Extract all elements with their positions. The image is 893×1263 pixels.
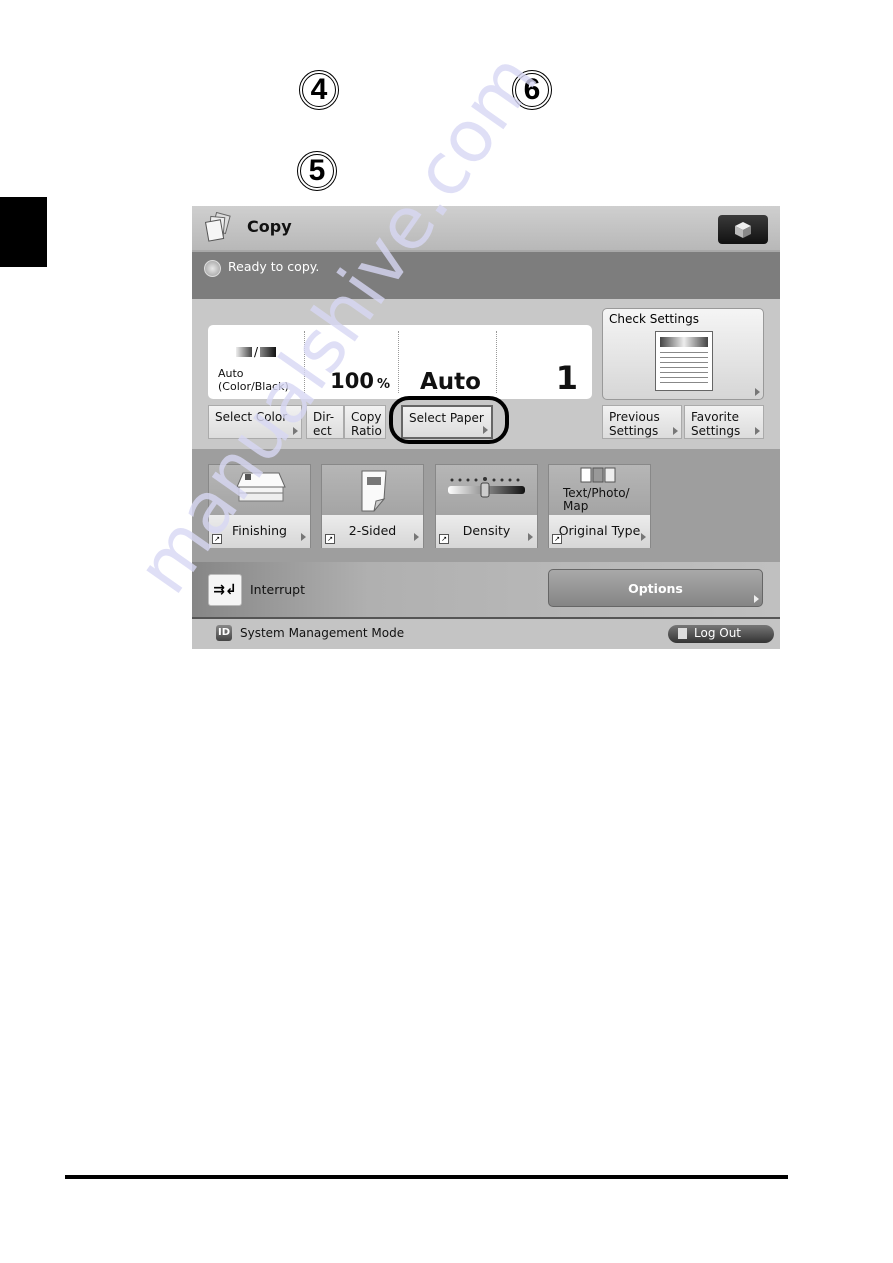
interrupt-area: ⇉↲ Interrupt Options — [192, 562, 780, 619]
settings-display: / Auto (Color/Black) 100% Auto 1 — [208, 325, 592, 399]
finishing-icon — [236, 472, 286, 502]
arrow-right-icon — [293, 427, 298, 435]
log-out-label: Log Out — [694, 626, 742, 640]
favorite-settings-line1: Favorite — [691, 410, 739, 424]
quantity-value: 1 — [555, 359, 578, 397]
screen-title: Copy — [247, 217, 292, 236]
copy-ratio-value: 100% — [330, 369, 390, 393]
copy-ratio-unit: % — [376, 377, 390, 392]
callout-number: 5 — [308, 154, 326, 187]
callout-step-4: 4 — [299, 70, 339, 110]
two-sided-button[interactable]: 2-Sided ↗ — [321, 464, 424, 548]
shortcut-icon: ↗ — [439, 534, 449, 544]
status-message: Ready to copy. — [228, 259, 320, 274]
direct-button[interactable]: Dir-ect — [306, 405, 344, 439]
arrow-right-icon — [528, 533, 533, 541]
shortcut-icon: ↗ — [212, 534, 222, 544]
two-sided-icon — [361, 470, 387, 512]
paper-cell: Auto — [398, 331, 497, 395]
color-mode-cell: / Auto (Color/Black) — [208, 331, 305, 393]
arrow-right-icon — [641, 533, 646, 541]
callout-number: 6 — [523, 73, 541, 106]
document-preview-icon — [655, 331, 713, 391]
quantity-cell: 1 — [496, 331, 592, 397]
color-mode-line2: (Color/Black) — [218, 380, 289, 393]
favorite-settings-label: Favorite Settings — [691, 410, 740, 438]
copy-ratio-line2: Ratio — [351, 424, 382, 438]
options-button[interactable]: Options — [548, 569, 763, 607]
original-type-value-line2: Map — [563, 499, 589, 513]
previous-settings-line1: Previous — [609, 410, 660, 424]
copy-stack-icon — [204, 212, 231, 242]
copy-ratio-label: Copy Ratio — [351, 410, 382, 438]
original-type-button[interactable]: Text/Photo/ Map Original Type ↗ — [548, 464, 651, 548]
interrupt-button[interactable]: ⇉↲ — [208, 574, 242, 606]
previous-settings-button[interactable]: Previous Settings — [602, 405, 682, 439]
check-settings-label: Check Settings — [609, 312, 699, 326]
previous-settings-label: Previous Settings — [609, 410, 660, 438]
original-type-icon — [580, 467, 616, 483]
copy-screen: Copy Ready to copy. / Auto (Color/Black) — [192, 206, 780, 649]
favorite-settings-button[interactable]: Favorite Settings — [684, 405, 764, 439]
select-paper-highlight-ring — [389, 396, 509, 444]
page-bottom-rule — [65, 1175, 788, 1179]
settings-panel: / Auto (Color/Black) 100% Auto 1 Select … — [192, 299, 780, 449]
density-slider-icon — [448, 477, 525, 498]
function-panel: Finishing ↗ 2-Sided ↗ Density ↗ Text/Pho… — [192, 449, 780, 562]
direct-label: Dir-ect — [313, 410, 334, 438]
callout-step-6: 6 — [512, 70, 552, 110]
copy-ratio-cell: 100% — [304, 331, 399, 393]
color-mode-value: Auto (Color/Black) — [218, 367, 289, 393]
color-black-icon: / — [236, 345, 277, 359]
log-out-icon — [678, 628, 687, 639]
cube-icon — [735, 221, 751, 238]
interrupt-icon: ⇉↲ — [213, 582, 237, 598]
main-menu-button[interactable] — [718, 215, 768, 244]
select-color-button[interactable]: Select Color — [208, 405, 302, 439]
copy-ratio-button[interactable]: Copy Ratio — [344, 405, 386, 439]
paper-value: Auto — [420, 369, 481, 395]
check-settings-button[interactable]: Check Settings — [602, 308, 764, 400]
finishing-button[interactable]: Finishing ↗ — [208, 464, 311, 548]
status-indicator-icon — [204, 260, 221, 277]
copy-ratio-number: 100 — [330, 369, 374, 393]
options-label: Options — [628, 581, 683, 596]
chapter-tab — [0, 197, 47, 267]
finishing-label: Finishing — [232, 523, 287, 538]
density-button[interactable]: Density ↗ — [435, 464, 538, 548]
favorite-settings-line2: Settings — [691, 424, 741, 438]
arrow-right-icon — [754, 595, 759, 603]
id-icon: ID — [216, 625, 232, 641]
log-out-button[interactable]: Log Out — [668, 625, 774, 643]
shortcut-icon: ↗ — [325, 534, 335, 544]
arrow-right-icon — [414, 533, 419, 541]
callout-step-5: 5 — [297, 151, 337, 191]
direct-line2: ect — [313, 424, 332, 438]
previous-settings-line2: Settings — [609, 424, 659, 438]
footer-bar: ID System Management Mode Log Out — [192, 619, 780, 649]
arrow-right-icon — [301, 533, 306, 541]
original-type-label: Original Type — [558, 523, 641, 538]
density-label: Density — [462, 523, 511, 538]
callout-number: 4 — [310, 73, 328, 106]
direct-line1: Dir- — [313, 410, 335, 424]
title-bar: Copy — [192, 206, 780, 252]
copy-ratio-line1: Copy — [351, 410, 382, 424]
system-management-mode-label: System Management Mode — [240, 626, 405, 640]
two-sided-label: 2-Sided — [348, 523, 397, 538]
color-mode-line1: Auto — [218, 367, 244, 380]
arrow-right-icon — [755, 388, 760, 396]
shortcut-icon: ↗ — [552, 534, 562, 544]
select-color-label: Select Color — [215, 410, 288, 424]
status-bar: Ready to copy. — [192, 252, 780, 299]
interrupt-label: Interrupt — [250, 582, 306, 597]
arrow-right-icon — [673, 427, 678, 435]
arrow-right-icon — [755, 427, 760, 435]
original-type-value: Text/Photo/ Map — [563, 487, 630, 513]
